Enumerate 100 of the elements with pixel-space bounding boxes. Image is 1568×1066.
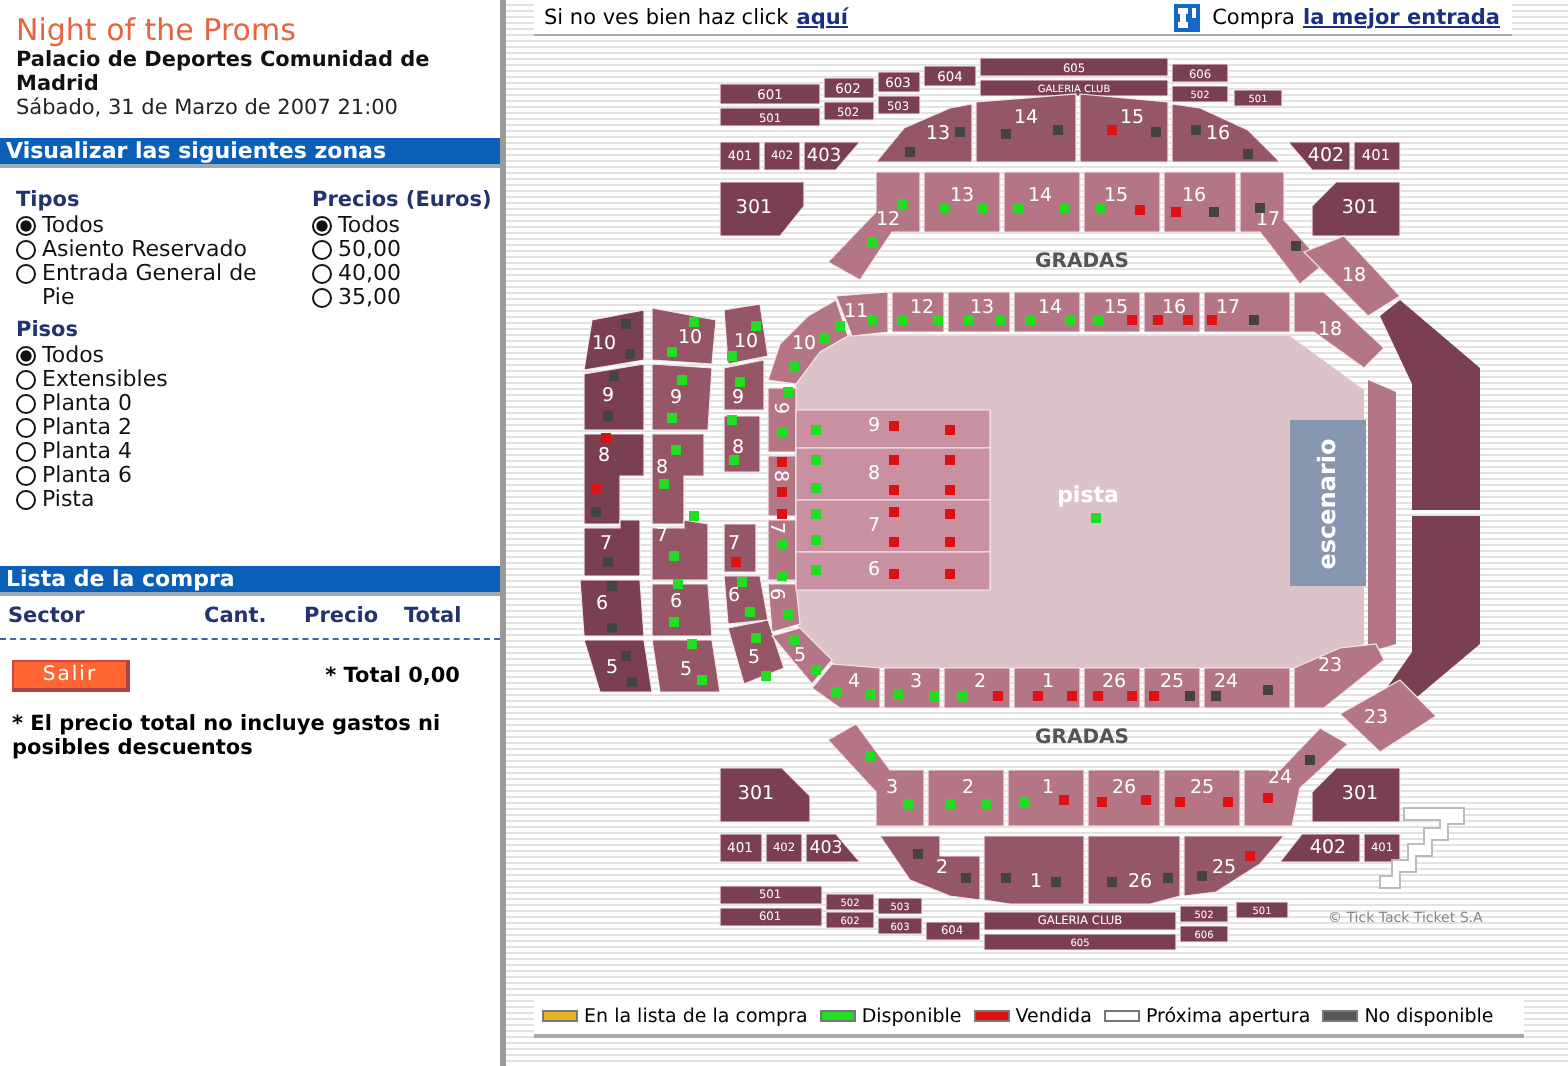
seating-section[interactable] — [719, 141, 761, 171]
seat-marker[interactable] — [1305, 755, 1315, 765]
seat-marker[interactable] — [1095, 203, 1105, 213]
seat-marker[interactable] — [1097, 797, 1107, 807]
seat-marker[interactable] — [621, 651, 631, 661]
seat-marker[interactable] — [1051, 877, 1061, 887]
seat-marker[interactable] — [945, 799, 955, 809]
seat-marker[interactable] — [867, 315, 877, 325]
seat-marker[interactable] — [811, 565, 821, 575]
seating-section[interactable] — [1311, 767, 1401, 823]
seating-section[interactable] — [651, 639, 721, 693]
seating-section[interactable] — [1179, 905, 1229, 923]
seat-marker[interactable] — [1209, 207, 1219, 217]
seat-marker[interactable] — [913, 849, 923, 859]
seating-section[interactable] — [763, 141, 801, 171]
seating-section[interactable] — [923, 65, 977, 87]
seat-marker[interactable] — [727, 351, 737, 361]
seating-section[interactable] — [1278, 833, 1361, 863]
seat-marker[interactable] — [625, 349, 635, 359]
seating-section[interactable] — [874, 103, 973, 163]
seat-marker[interactable] — [1197, 871, 1207, 881]
seating-section[interactable] — [983, 933, 1177, 951]
seat-marker[interactable] — [1243, 149, 1253, 159]
seat-marker[interactable] — [889, 507, 899, 517]
seating-section[interactable] — [719, 107, 821, 127]
seating-section[interactable] — [925, 921, 981, 941]
seat-marker[interactable] — [777, 571, 787, 581]
seating-section[interactable] — [1083, 171, 1161, 233]
seating-section[interactable] — [719, 767, 811, 823]
seat-marker[interactable] — [889, 537, 899, 547]
seat-marker[interactable] — [1033, 691, 1043, 701]
seat-marker[interactable] — [831, 687, 841, 697]
seat-marker[interactable] — [591, 507, 601, 517]
seat-marker[interactable] — [1059, 203, 1069, 213]
seat-marker[interactable] — [945, 569, 955, 579]
seat-marker[interactable] — [1149, 691, 1159, 701]
seating-section[interactable] — [877, 897, 923, 915]
seat-marker[interactable] — [1245, 851, 1255, 861]
seat-marker[interactable] — [811, 535, 821, 545]
seat-marker[interactable] — [811, 483, 821, 493]
seating-section[interactable] — [1163, 171, 1237, 233]
seat-marker[interactable] — [1091, 513, 1101, 523]
seat-marker[interactable] — [1093, 691, 1103, 701]
seating-section[interactable] — [1143, 291, 1201, 333]
seat-marker[interactable] — [1151, 127, 1161, 137]
seating-section[interactable] — [1087, 769, 1161, 827]
seat-marker[interactable] — [1135, 205, 1145, 215]
here-link[interactable]: aquí — [796, 5, 848, 29]
seating-section[interactable] — [651, 363, 713, 431]
seat-marker[interactable] — [905, 147, 915, 157]
seat-marker[interactable] — [783, 387, 793, 397]
seating-section[interactable] — [723, 415, 761, 473]
seating-section[interactable] — [825, 911, 875, 929]
seating-section[interactable] — [878, 835, 981, 901]
radio-button[interactable] — [312, 240, 332, 260]
seat-marker[interactable] — [811, 509, 821, 519]
seating-section[interactable] — [1079, 93, 1169, 163]
seat-marker[interactable] — [1107, 125, 1117, 135]
seat-marker[interactable] — [811, 455, 821, 465]
seating-section[interactable] — [1311, 181, 1401, 237]
seat-marker[interactable] — [897, 199, 907, 209]
seating-section[interactable] — [1233, 89, 1283, 107]
seat-marker[interactable] — [689, 511, 699, 521]
seat-marker[interactable] — [1291, 241, 1301, 251]
seat-marker[interactable] — [601, 433, 611, 443]
seat-marker[interactable] — [777, 509, 787, 519]
seat-marker[interactable] — [737, 577, 747, 587]
seat-marker[interactable] — [939, 203, 949, 213]
seating-section[interactable] — [979, 79, 1169, 97]
radio-button[interactable] — [312, 216, 332, 236]
seat-marker[interactable] — [751, 633, 761, 643]
seat-marker[interactable] — [865, 689, 875, 699]
seat-marker[interactable] — [1207, 315, 1217, 325]
radio-button[interactable] — [16, 442, 36, 462]
seating-section[interactable] — [723, 359, 765, 411]
seat-marker[interactable] — [673, 579, 683, 589]
seating-section[interactable] — [579, 579, 645, 637]
seating-section[interactable] — [1171, 103, 1282, 163]
seat-marker[interactable] — [945, 509, 955, 519]
seating-section[interactable] — [825, 893, 875, 911]
seating-section[interactable] — [823, 77, 875, 99]
seat-marker[interactable] — [963, 315, 973, 325]
seating-section[interactable] — [727, 619, 785, 685]
seating-section[interactable] — [975, 93, 1077, 163]
seating-section[interactable] — [1179, 925, 1229, 943]
seating-section[interactable] — [1353, 141, 1401, 171]
seat-marker[interactable] — [955, 127, 965, 137]
seating-section[interactable] — [877, 71, 921, 93]
radio-button[interactable] — [16, 466, 36, 486]
seat-marker[interactable] — [981, 799, 991, 809]
radio-button[interactable] — [16, 264, 36, 284]
seat-marker[interactable] — [777, 487, 787, 497]
seating-section[interactable] — [583, 639, 653, 693]
seat-marker[interactable] — [1183, 315, 1193, 325]
radio-button[interactable] — [16, 490, 36, 510]
seat-marker[interactable] — [687, 639, 697, 649]
seating-section[interactable] — [1171, 85, 1229, 103]
seating-section[interactable] — [583, 433, 645, 525]
seat-marker[interactable] — [893, 689, 903, 699]
seating-section[interactable] — [1087, 835, 1181, 905]
